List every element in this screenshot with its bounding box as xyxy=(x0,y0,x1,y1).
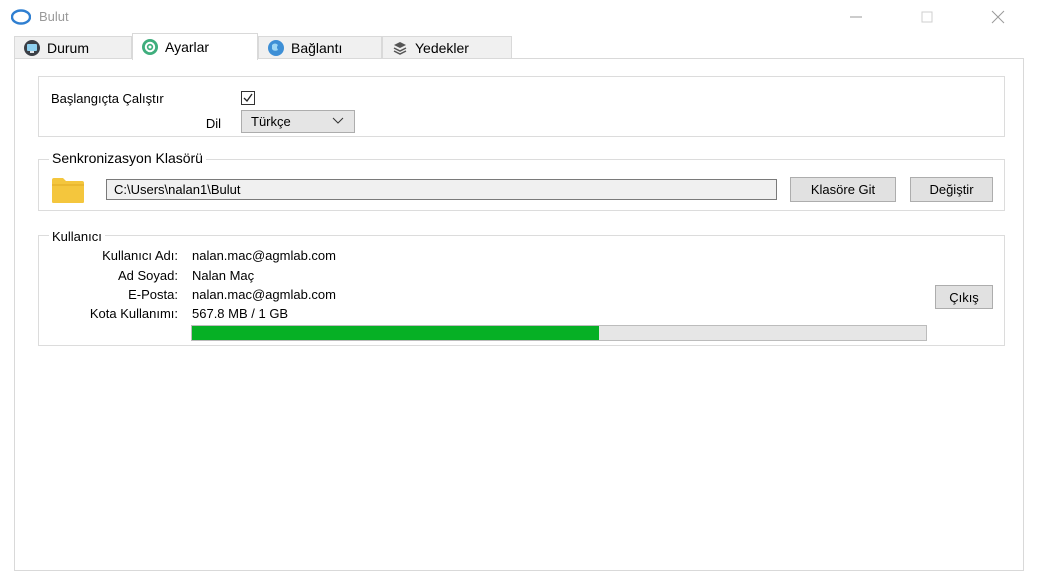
fullname-label: Ad Soyad: xyxy=(118,268,178,283)
sync-folder-path-text: C:\Users\nalan1\Bulut xyxy=(114,182,241,197)
username-label: Kullanıcı Adı: xyxy=(102,248,178,263)
email-value: nalan.mac@agmlab.com xyxy=(192,287,336,302)
chevron-down-icon xyxy=(332,117,344,124)
tab-label: Bağlantı xyxy=(291,40,343,56)
sync-folder-path[interactable]: C:\Users\nalan1\Bulut xyxy=(106,179,777,200)
close-icon xyxy=(991,10,1005,24)
quota-progress-bar xyxy=(191,325,927,341)
user-group: Kullanıcı Kullanıcı Adı: nalan.mac@agmla… xyxy=(38,229,1005,346)
sync-folder-group: Senkronizasyon Klasörü C:\Users\nalan1\B… xyxy=(38,150,1005,211)
quota-progress-fill xyxy=(192,326,599,340)
tab-yedekler[interactable]: Yedekler xyxy=(382,36,512,59)
close-button[interactable] xyxy=(975,0,1021,34)
window-title: Bulut xyxy=(39,9,69,24)
email-label: E-Posta: xyxy=(128,287,178,302)
settings-panel: Başlangıçta Çalıştır Dil Türkçe Senkroni… xyxy=(14,58,1024,571)
general-group: Başlangıçta Çalıştır Dil Türkçe xyxy=(38,76,1005,137)
tab-strip: Durum Ayarlar Bağlantı Yedekler xyxy=(14,33,1024,60)
language-value: Türkçe xyxy=(251,114,291,129)
tab-ayarlar[interactable]: Ayarlar xyxy=(132,33,258,60)
title-bar: Bulut xyxy=(0,0,1037,34)
maximize-button[interactable] xyxy=(904,0,950,34)
cloud-app-icon xyxy=(11,9,31,25)
maximize-icon xyxy=(921,11,933,23)
minimize-button[interactable] xyxy=(833,0,879,34)
globe-icon xyxy=(268,40,284,56)
tab-label: Ayarlar xyxy=(165,39,210,55)
fullname-value: Nalan Maç xyxy=(192,268,255,283)
quota-label: Kota Kullanımı: xyxy=(89,306,178,321)
username-value: nalan.mac@agmlab.com xyxy=(192,248,336,263)
startup-checkbox[interactable] xyxy=(241,91,255,105)
tab-label: Yedekler xyxy=(415,40,469,56)
user-legend: Kullanıcı xyxy=(49,229,105,244)
logout-button[interactable]: Çıkış xyxy=(935,285,993,309)
startup-label: Başlangıçta Çalıştır xyxy=(51,91,164,106)
stack-icon xyxy=(393,42,407,55)
language-label: Dil xyxy=(205,116,221,131)
go-to-folder-button[interactable]: Klasöre Git xyxy=(790,177,896,202)
monitor-icon xyxy=(24,40,40,56)
tab-durum[interactable]: Durum xyxy=(14,36,132,59)
quota-value: 567.8 MB / 1 GB xyxy=(192,306,289,321)
gear-icon xyxy=(142,39,158,55)
checkmark-icon xyxy=(243,93,253,103)
tab-baglanti[interactable]: Bağlantı xyxy=(258,36,382,59)
tab-label: Durum xyxy=(47,40,90,56)
change-folder-button[interactable]: Değiştir xyxy=(910,177,993,202)
minimize-icon xyxy=(850,16,862,18)
sync-folder-legend: Senkronizasyon Klasörü xyxy=(49,150,206,166)
folder-icon xyxy=(52,178,84,203)
language-select[interactable]: Türkçe xyxy=(241,110,355,133)
